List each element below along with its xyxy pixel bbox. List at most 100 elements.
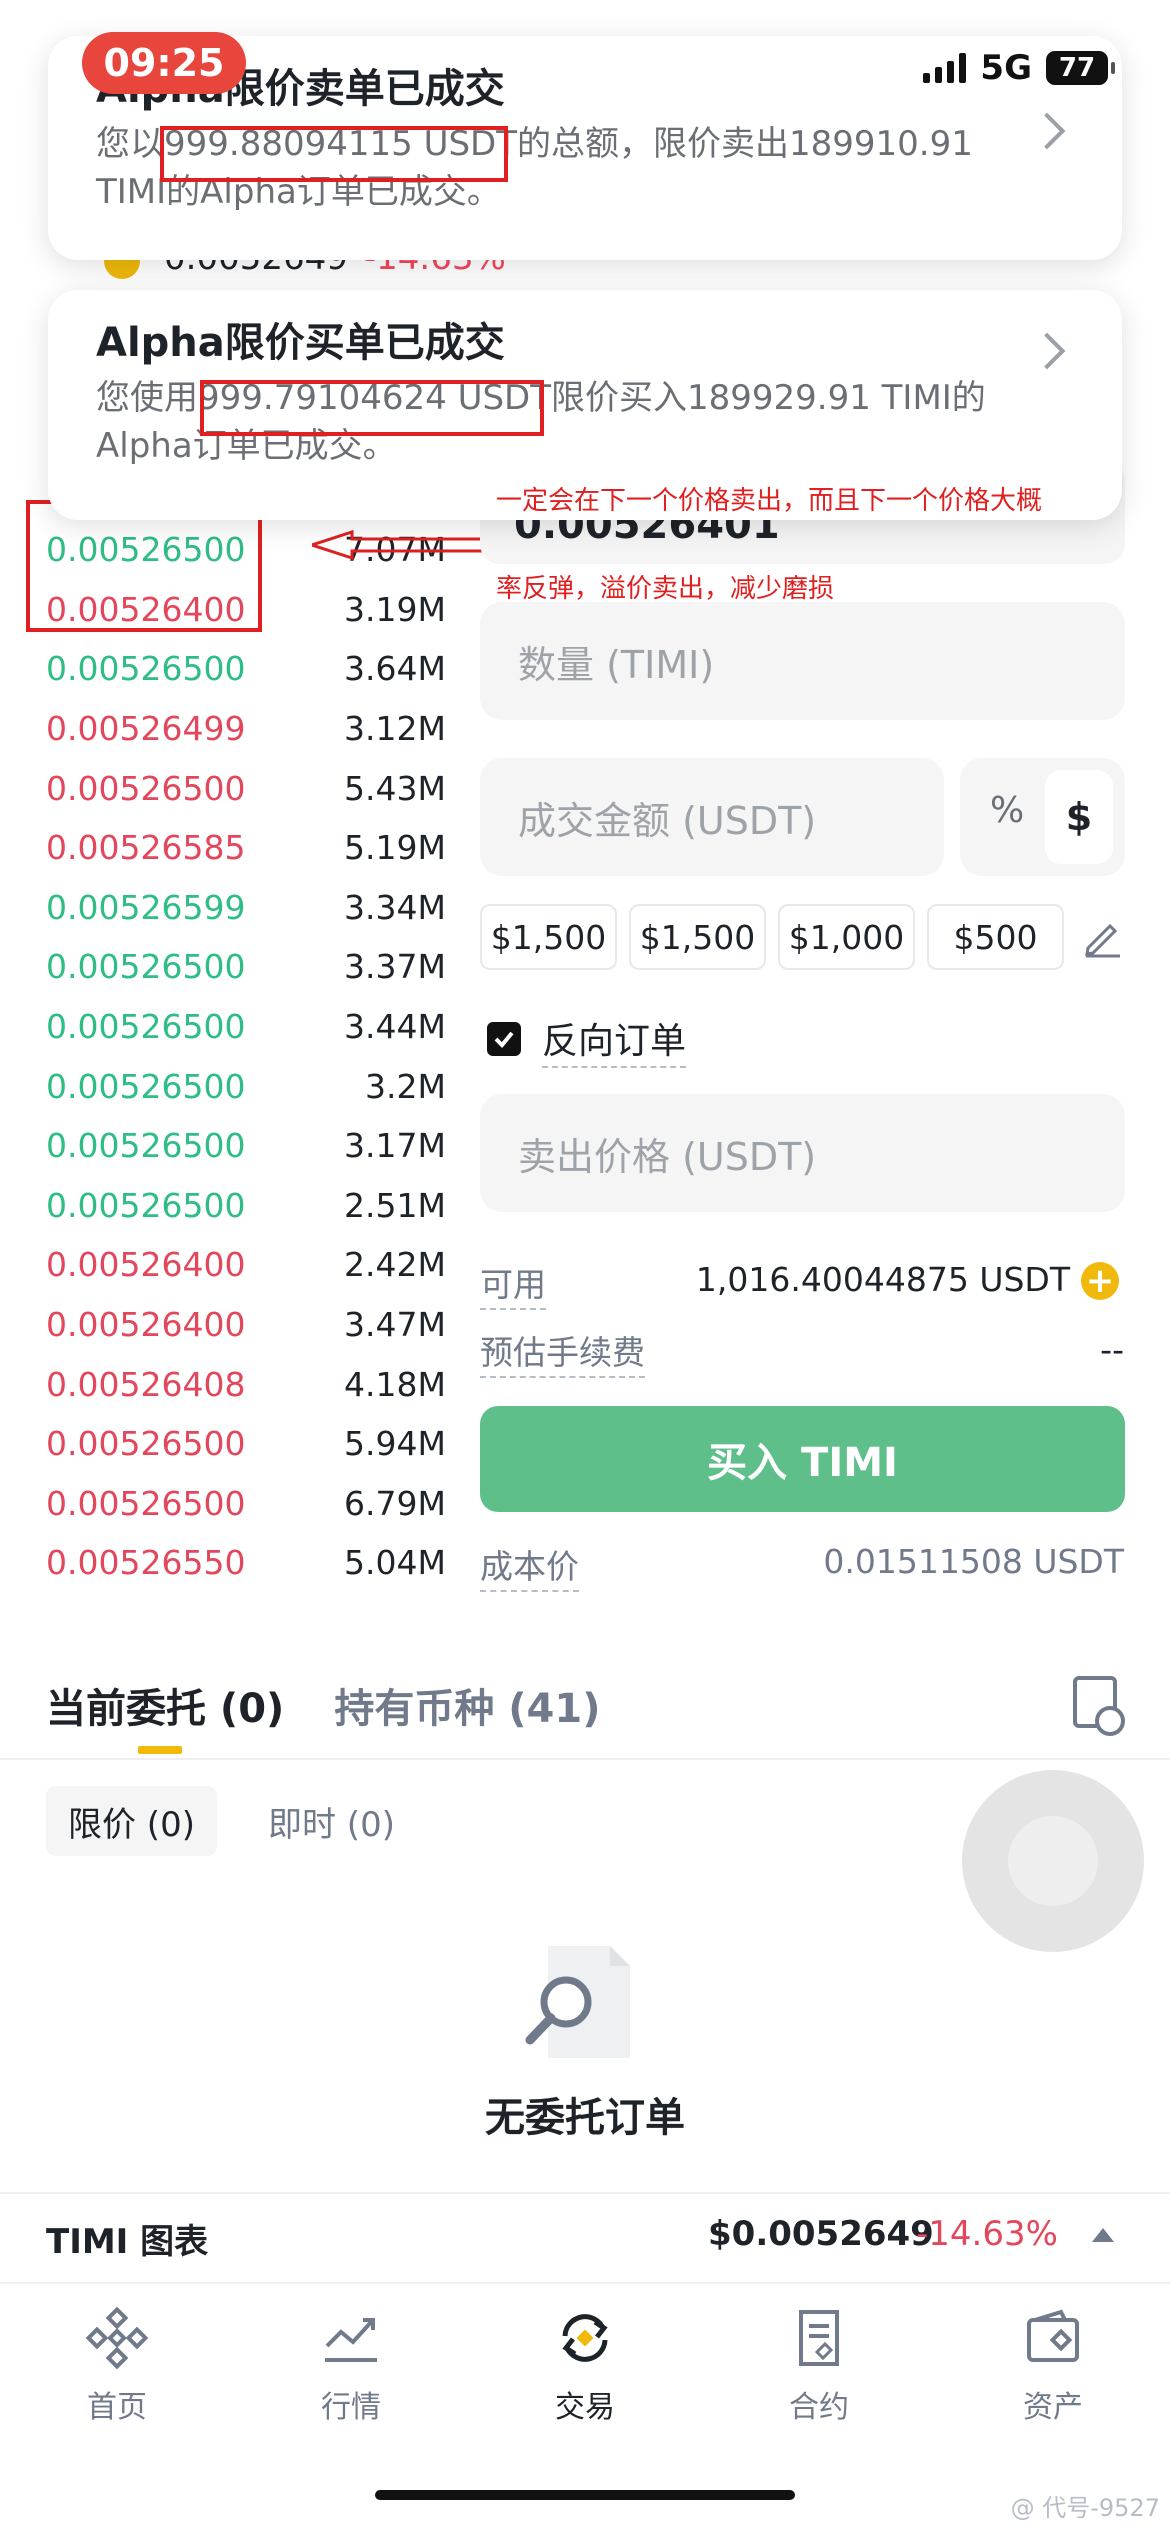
preset-amount-button[interactable]: $1,500 xyxy=(480,904,617,970)
caret-up-icon[interactable] xyxy=(1092,2228,1114,2242)
reverse-order-label[interactable]: 反向订单 xyxy=(542,1012,687,1068)
quantity-input[interactable]: 数量 (TIMI) xyxy=(480,602,1125,720)
order-book-price: 0.00526400 xyxy=(46,1245,246,1285)
order-book-price: 0.00526585 xyxy=(46,828,246,868)
nav-label: 资产 xyxy=(1023,2390,1083,2425)
order-book-price: 0.00526408 xyxy=(46,1364,246,1404)
order-book-qty: 2.51M xyxy=(344,1185,446,1225)
home-indicator[interactable] xyxy=(375,2490,795,2500)
order-book-price: 0.00526500 xyxy=(46,649,246,689)
preset-amounts: $1,500 $1,500 $1,000 $500 xyxy=(480,904,1064,970)
check-icon xyxy=(494,1031,514,1048)
edit-pencil-icon[interactable] xyxy=(1082,918,1122,958)
subtab-instant[interactable]: 即时 (0) xyxy=(246,1786,417,1856)
fee-value: -- xyxy=(1100,1330,1124,1369)
order-book-qty: 3.64M xyxy=(344,649,446,689)
order-book-qty: 6.79M xyxy=(344,1483,446,1523)
order-book-row[interactable]: 0.00526499 3.12M xyxy=(46,699,446,759)
fee-label: 预估手续费 xyxy=(480,1326,645,1378)
order-book-qty: 3.2M xyxy=(365,1066,446,1106)
chart-price: $0.0052649 xyxy=(708,2214,934,2254)
unit-usd-option[interactable]: $ xyxy=(1045,770,1113,864)
available-label: 可用 xyxy=(480,1258,546,1310)
order-book-price: 0.00526599 xyxy=(46,887,246,927)
order-book-qty: 3.17M xyxy=(344,1126,446,1166)
home-icon xyxy=(85,2306,149,2370)
order-book-price: 0.00526500 xyxy=(46,1126,246,1166)
order-book-qty: 3.44M xyxy=(344,1007,446,1047)
order-book-row[interactable]: 0.00526550 5.04M xyxy=(46,1533,446,1593)
order-history-icon[interactable] xyxy=(1073,1676,1125,1736)
order-book-row[interactable]: 0.00526585 5.19M xyxy=(46,818,446,878)
status-indicators: 5G 77 xyxy=(923,48,1115,88)
preset-amount-button[interactable]: $1,500 xyxy=(629,904,766,970)
order-book-qty: 3.19M xyxy=(344,589,446,629)
order-book-price: 0.00526500 xyxy=(46,947,246,987)
battery-icon: 77 xyxy=(1046,51,1115,85)
markets-icon xyxy=(325,2318,377,2362)
order-book-price: 0.00526500 xyxy=(46,1185,246,1225)
tab-holdings[interactable]: 持有币种 (41) xyxy=(334,1676,600,1734)
order-book-price: 0.00526500 xyxy=(46,1066,246,1106)
annotation-line1: 一定会在下一个价格卖出，而且下一个价格大概 xyxy=(496,486,1043,516)
chart-change: -14.63% xyxy=(916,2214,1058,2254)
order-book-qty: 3.12M xyxy=(344,709,446,749)
tab-indicator xyxy=(138,1746,182,1754)
order-book-qty: 3.47M xyxy=(344,1305,446,1345)
order-book-row[interactable]: 0.00526500 3.44M xyxy=(46,997,446,1057)
cost-label: 成本价 xyxy=(480,1540,579,1592)
order-book-qty: 5.19M xyxy=(344,828,446,868)
order-book-qty: 5.94M xyxy=(344,1424,446,1464)
order-book-row[interactable]: 0.00526500 3.37M xyxy=(46,937,446,997)
order-book-row[interactable]: 0.00526500 3.17M xyxy=(46,1116,446,1176)
nav-home[interactable]: 首页 xyxy=(0,2284,234,2532)
wallet-icon xyxy=(1027,2309,1079,2362)
order-book-qty: 5.43M xyxy=(344,768,446,808)
buy-button[interactable]: 买入 TIMI xyxy=(480,1406,1125,1512)
highlight-box-buy-amount xyxy=(200,380,544,436)
order-book-row[interactable]: 0.00526500 3.2M xyxy=(46,1056,446,1116)
order-book-qty: 4.18M xyxy=(344,1364,446,1404)
sell-price-input[interactable]: 卖出价格 (USDT) xyxy=(480,1094,1125,1212)
order-book-row[interactable]: 0.00526500 6.79M xyxy=(46,1474,446,1534)
network-type: 5G xyxy=(980,48,1032,88)
subtab-limit[interactable]: 限价 (0) xyxy=(46,1786,217,1856)
order-book-qty: 5.04M xyxy=(344,1543,446,1583)
annotation-line2: 率反弹，溢价卖出，减少磨损 xyxy=(496,574,835,604)
cellular-signal-icon xyxy=(923,53,967,83)
order-book-qty: 3.34M xyxy=(344,887,446,927)
chart-title[interactable]: TIMI 图表 xyxy=(46,2214,208,2263)
preset-amount-button[interactable]: $1,000 xyxy=(778,904,915,970)
order-book-price: 0.00526500 xyxy=(46,1483,246,1523)
unit-percent-option[interactable]: % xyxy=(990,790,1024,831)
annotation-arrow-icon xyxy=(312,530,492,560)
floating-assistive-button[interactable] xyxy=(962,1770,1144,1952)
order-book-qty: 3.37M xyxy=(344,947,446,987)
futures-icon xyxy=(799,2310,839,2366)
order-book-qty: 2.42M xyxy=(344,1245,446,1285)
nav-label: 行情 xyxy=(321,2390,381,2425)
cost-value: 0.01511508 USDT xyxy=(823,1542,1124,1581)
nav-label: 交易 xyxy=(555,2390,615,2425)
order-book-price: 0.00526500 xyxy=(46,768,246,808)
status-time: 09:25 xyxy=(82,32,246,94)
order-book-row[interactable]: 0.00526599 3.34M xyxy=(46,878,446,938)
order-book-row[interactable]: 0.00526500 5.94M xyxy=(46,1414,446,1474)
reverse-order-checkbox[interactable] xyxy=(487,1022,521,1056)
order-book: 0.00526500 7.07M 0.00526400 3.19M 0.00526500… xyxy=(46,520,446,1593)
total-input[interactable]: 成交金额 (USDT) xyxy=(480,758,944,876)
order-book-row[interactable]: 0.00526408 4.18M xyxy=(46,1354,446,1414)
order-book-row[interactable]: 0.00526400 3.47M xyxy=(46,1295,446,1355)
order-book-row[interactable]: 0.00526500 3.64M xyxy=(46,639,446,699)
nav-label: 合约 xyxy=(789,2390,849,2425)
highlight-box-sell-amount xyxy=(160,126,508,182)
tab-open-orders[interactable]: 当前委托 (0) xyxy=(46,1676,284,1734)
deposit-plus-icon[interactable]: + xyxy=(1081,1261,1119,1301)
order-book-row[interactable]: 0.00526400 2.42M xyxy=(46,1235,446,1295)
order-book-row[interactable]: 0.00526500 5.43M xyxy=(46,758,446,818)
order-book-row[interactable]: 0.00526500 2.51M xyxy=(46,1176,446,1236)
tabs-divider xyxy=(0,1758,1170,1760)
notification-title: Alpha限价买单已成交 xyxy=(96,320,505,366)
preset-amount-button[interactable]: $500 xyxy=(927,904,1064,970)
watermark: @ 代号-9527 xyxy=(1010,2494,1160,2522)
